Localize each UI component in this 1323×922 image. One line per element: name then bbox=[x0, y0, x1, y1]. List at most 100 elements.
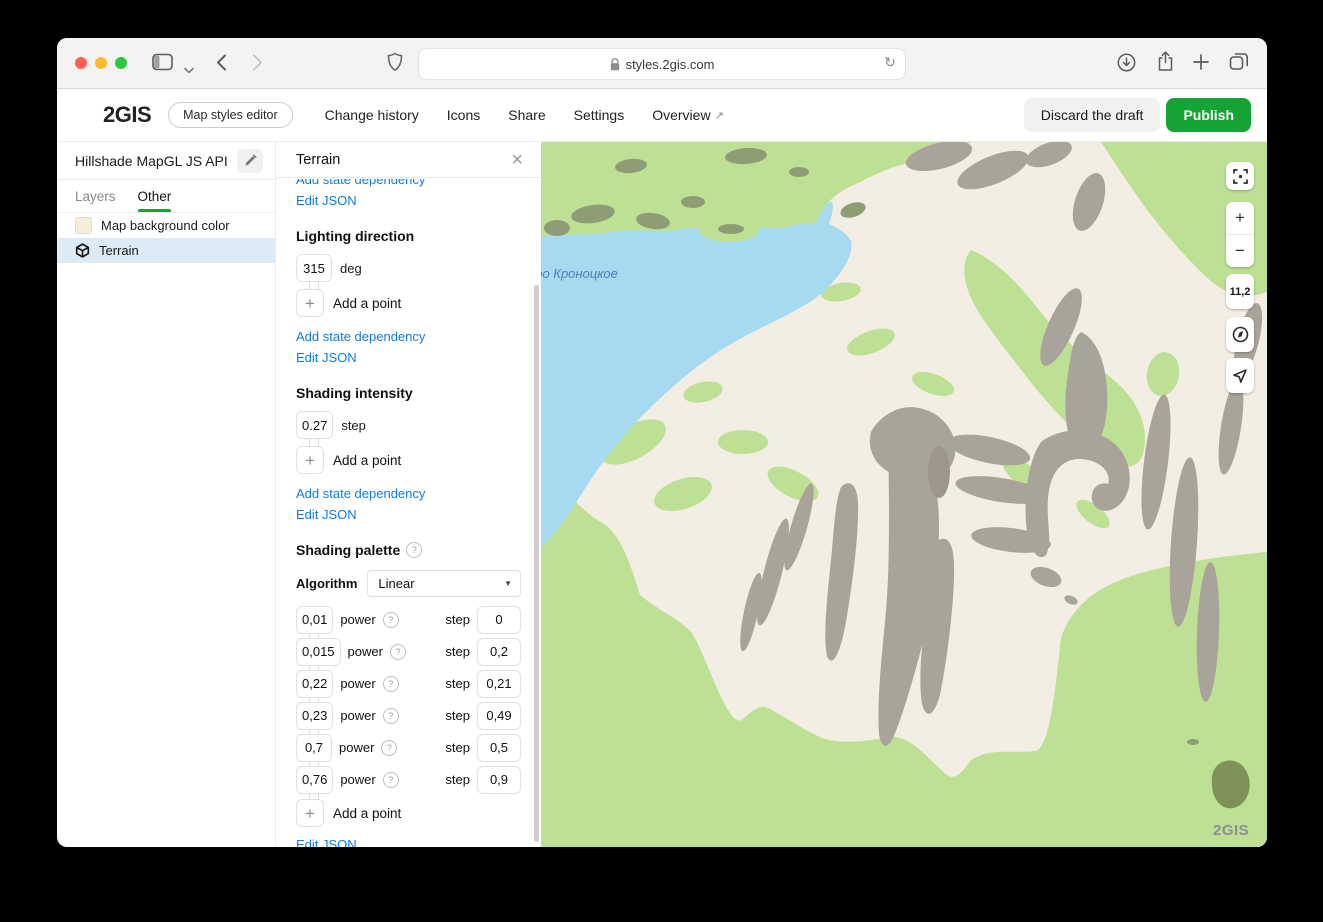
step-input[interactable]: 0,21 bbox=[477, 670, 521, 698]
address-bar[interactable]: styles.2gis.com ↻ bbox=[418, 48, 906, 80]
shading-palette-heading: Shading palette ? bbox=[296, 542, 521, 558]
nav-overview[interactable]: Overview↗ bbox=[652, 107, 724, 123]
discard-draft-button[interactable]: Discard the draft bbox=[1024, 98, 1161, 132]
new-tab-icon[interactable] bbox=[1192, 53, 1210, 76]
app-header: 2GIS Map styles editor Change history Ic… bbox=[57, 89, 1267, 141]
tab-layers[interactable]: Layers bbox=[75, 180, 116, 212]
sidebar-tabs: Layers Other bbox=[57, 180, 275, 213]
step-input[interactable]: 0,9 bbox=[477, 766, 521, 794]
connector bbox=[309, 282, 319, 289]
add-point-button[interactable]: + bbox=[296, 289, 324, 317]
palette-row: 0,23 power ? step 0,49 bbox=[296, 703, 521, 728]
connector bbox=[309, 439, 319, 446]
reload-icon[interactable]: ↻ bbox=[884, 54, 896, 71]
compass-button[interactable] bbox=[1226, 317, 1254, 352]
zoom-in-button[interactable]: + bbox=[1226, 202, 1254, 234]
pencil-icon bbox=[244, 154, 257, 167]
location-arrow-icon bbox=[1232, 368, 1248, 384]
tab-other[interactable]: Other bbox=[138, 180, 172, 212]
tab-overview-icon[interactable] bbox=[1229, 52, 1249, 76]
palette-row: 0,7 power ? step 0,5 bbox=[296, 735, 521, 760]
nav-icons[interactable]: Icons bbox=[447, 107, 480, 123]
locate-button[interactable] bbox=[1226, 358, 1254, 393]
edit-json-link[interactable]: Edit JSON bbox=[296, 193, 357, 208]
close-window-button[interactable] bbox=[75, 57, 87, 69]
publish-button[interactable]: Publish bbox=[1166, 98, 1251, 132]
style-title: Hillshade MapGL JS API bbox=[75, 153, 227, 169]
power-input[interactable]: 0,01 bbox=[296, 606, 333, 634]
add-state-dependency-link[interactable]: Add state dependency bbox=[296, 329, 425, 344]
traffic-lights bbox=[75, 57, 127, 69]
help-icon[interactable]: ? bbox=[390, 644, 406, 660]
forward-icon[interactable] bbox=[252, 54, 263, 76]
zoom-level-indicator[interactable]: 11,2 bbox=[1226, 274, 1254, 309]
lake-label: озеро Кроноцкое bbox=[541, 266, 618, 281]
palette-row: 0,22 power ? step 0,21 bbox=[296, 671, 521, 696]
main-nav: Change history Icons Share Settings Over… bbox=[325, 107, 724, 123]
help-icon[interactable]: ? bbox=[381, 740, 397, 756]
zoom-out-button[interactable]: − bbox=[1226, 235, 1254, 267]
zoom-controls: + − bbox=[1226, 202, 1254, 267]
shading-intensity-heading: Shading intensity bbox=[296, 385, 521, 401]
help-icon[interactable]: ? bbox=[383, 676, 399, 692]
add-point-row: + Add a point bbox=[296, 446, 521, 474]
2gis-logo: 2GIS bbox=[103, 102, 151, 128]
edit-json-link[interactable]: Edit JSON bbox=[296, 837, 357, 847]
privacy-shield-icon[interactable] bbox=[387, 52, 403, 77]
sidebar-item-map-background-color[interactable]: Map background color bbox=[57, 213, 275, 238]
nav-share[interactable]: Share bbox=[508, 107, 545, 123]
algorithm-select[interactable]: Linear ▼ bbox=[367, 570, 521, 597]
help-icon[interactable]: ? bbox=[383, 708, 399, 724]
add-point-button[interactable]: + bbox=[296, 799, 324, 827]
minimize-window-button[interactable] bbox=[95, 57, 107, 69]
panel-body: Add state dependency Edit JSON Lighting … bbox=[276, 179, 541, 847]
algorithm-label: Algorithm bbox=[296, 576, 357, 591]
editor-badge: Map styles editor bbox=[168, 102, 292, 128]
chevron-down-icon[interactable] bbox=[184, 61, 194, 79]
lighting-direction-heading: Lighting direction bbox=[296, 228, 521, 244]
power-input[interactable]: 0,22 bbox=[296, 670, 333, 698]
shading-intensity-input[interactable]: 0.27 bbox=[296, 411, 333, 439]
lock-icon bbox=[610, 58, 620, 71]
edit-json-link[interactable]: Edit JSON bbox=[296, 350, 357, 365]
map-canvas[interactable]: озеро Кроноцкое 2GIS + − 11,2 bbox=[541, 142, 1267, 847]
lighting-direction-input[interactable]: 315 bbox=[296, 254, 332, 282]
nav-settings[interactable]: Settings bbox=[574, 107, 625, 123]
fullscreen-button[interactable] bbox=[1226, 162, 1254, 190]
caret-down-icon: ▼ bbox=[504, 579, 512, 588]
add-point-button[interactable]: + bbox=[296, 446, 324, 474]
layers-sidebar: Hillshade MapGL JS API Layers Other Map … bbox=[57, 142, 275, 847]
power-input[interactable]: 0,23 bbox=[296, 702, 333, 730]
panel-scrollbar[interactable] bbox=[534, 285, 539, 842]
terrain-panel: Terrain × Add state dependency Edit JSON… bbox=[275, 142, 541, 847]
help-icon[interactable]: ? bbox=[383, 772, 399, 788]
color-swatch bbox=[75, 217, 92, 234]
sidebar-toggle-icon[interactable] bbox=[152, 53, 173, 76]
close-icon[interactable]: × bbox=[511, 150, 523, 170]
nav-change-history[interactable]: Change history bbox=[325, 107, 419, 123]
edit-json-link[interactable]: Edit JSON bbox=[296, 507, 357, 522]
add-point-row: + Add a point bbox=[296, 289, 521, 317]
add-state-dependency-link[interactable]: Add state dependency bbox=[296, 486, 425, 501]
zoom-window-button[interactable] bbox=[115, 57, 127, 69]
step-input[interactable]: 0,2 bbox=[477, 638, 521, 666]
map-watermark: 2GIS bbox=[1213, 822, 1249, 839]
step-input[interactable]: 0,5 bbox=[477, 734, 521, 762]
step-input[interactable]: 0,49 bbox=[477, 702, 521, 730]
add-point-row: + Add a point bbox=[296, 799, 521, 827]
power-input[interactable]: 0,76 bbox=[296, 766, 333, 794]
edit-title-button[interactable] bbox=[237, 149, 263, 173]
help-icon[interactable]: ? bbox=[383, 612, 399, 628]
sidebar-item-terrain[interactable]: Terrain bbox=[57, 238, 275, 263]
share-icon[interactable] bbox=[1157, 51, 1174, 77]
browser-window: styles.2gis.com ↻ 2GIS Map styles editor… bbox=[57, 38, 1267, 847]
back-icon[interactable] bbox=[216, 54, 227, 76]
power-input[interactable]: 0,015 bbox=[296, 638, 341, 666]
downloads-icon[interactable] bbox=[1117, 53, 1136, 77]
panel-title: Terrain bbox=[296, 152, 340, 168]
help-icon[interactable]: ? bbox=[406, 542, 422, 558]
add-state-dependency-link-clipped[interactable]: Add state dependency bbox=[296, 179, 425, 187]
power-input[interactable]: 0,7 bbox=[296, 734, 332, 762]
palette-row: 0,015 power ? step 0,2 bbox=[296, 639, 521, 664]
step-input[interactable]: 0 bbox=[477, 606, 521, 634]
